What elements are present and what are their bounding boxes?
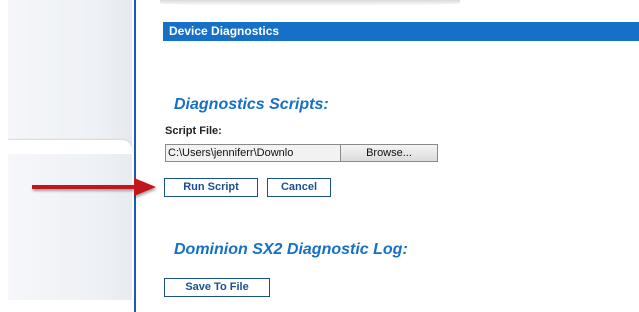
page-title: Device Diagnostics: [163, 22, 639, 41]
browse-button[interactable]: Browse...: [341, 144, 438, 162]
script-file-path-field[interactable]: C:\Users\jenniferr\Downlo: [165, 144, 341, 162]
sidebar-divider: [134, 0, 136, 312]
script-file-input: C:\Users\jenniferr\Downlo Browse...: [165, 144, 438, 162]
top-shadow: [160, 0, 460, 6]
script-file-label: Script File:: [165, 125, 222, 137]
save-to-file-button[interactable]: Save To File: [164, 278, 270, 297]
diagnostics-scripts-heading: Diagnostics Scripts:: [174, 96, 329, 113]
page: Device Diagnostics Diagnostics Scripts: …: [0, 0, 639, 312]
diagnostic-log-heading: Dominion SX2 Diagnostic Log:: [174, 241, 408, 258]
cancel-button[interactable]: Cancel: [267, 178, 331, 197]
run-script-button[interactable]: Run Script: [164, 178, 258, 197]
sidebar: [0, 0, 132, 312]
arrow-right-icon: [32, 178, 156, 196]
sidebar-notch: [8, 140, 132, 154]
